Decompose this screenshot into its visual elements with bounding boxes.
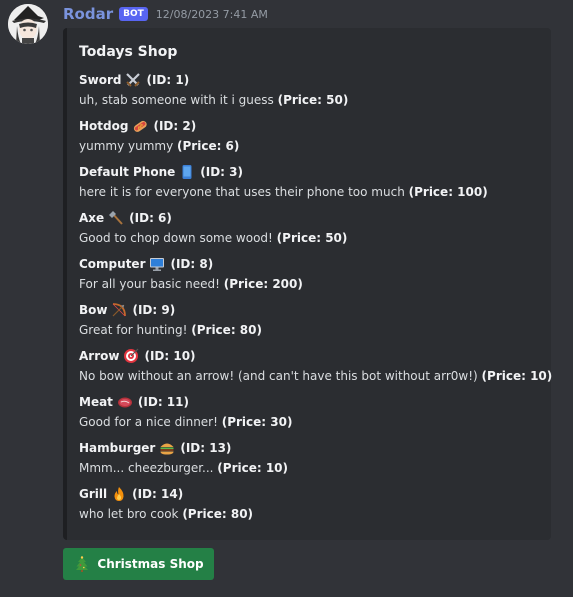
- item-description-text: here it is for everyone that uses their …: [79, 185, 409, 199]
- item-id: (ID: 3): [200, 165, 243, 179]
- shop-item: Hamburger (ID: 13) Mmm... cheezburger...…: [79, 438, 541, 478]
- item-name: Grill: [79, 487, 108, 501]
- embed-title: Todays Shop: [79, 44, 178, 60]
- shop-item: Hotdog (ID: 2) yummy yummy (Price: 6): [79, 116, 541, 156]
- item-name: Sword: [79, 73, 122, 87]
- shop-item-title: Sword (ID: 1): [79, 70, 541, 90]
- item-price: (Price: 80): [191, 323, 262, 337]
- item-id: (ID: 11): [137, 395, 189, 409]
- axe-icon: [107, 209, 125, 227]
- item-description: Mmm... cheezburger... (Price: 10): [79, 458, 541, 478]
- shop-item: Default Phone (ID: 3) here it is for eve…: [79, 162, 541, 202]
- item-name: Computer: [79, 257, 146, 271]
- shop-item-title: Bow (ID: 9): [79, 300, 541, 320]
- mobile-phone-icon: [178, 163, 196, 181]
- shop-item: Axe (ID: 6) Good to chop down some wood!…: [79, 208, 541, 248]
- item-description-text: For all your basic need!: [79, 277, 224, 291]
- shop-item-title: Grill (ID: 14): [79, 484, 541, 504]
- item-description-text: Mmm... cheezburger...: [79, 461, 218, 475]
- item-name: Bow: [79, 303, 108, 317]
- shop-item-title: Computer (ID: 8): [79, 254, 541, 274]
- shop-embed: Todays Shop Sword (ID: 1) uh, stab someo…: [63, 28, 552, 540]
- item-price: (Price: 10): [217, 461, 289, 475]
- shop-item-title: Axe (ID: 6): [79, 208, 541, 228]
- shop-item: Computer (ID: 8) For all your basic need…: [79, 254, 541, 294]
- item-id: (ID: 1): [146, 73, 190, 87]
- item-description-text: Great for hunting!: [79, 323, 192, 337]
- crossed-swords-icon: [124, 71, 142, 89]
- item-price: (Price: 80): [182, 507, 254, 521]
- item-description: Good for a nice dinner! (Price: 30): [79, 412, 541, 432]
- message-timestamp[interactable]: 12/08/2023 7:41 AM: [156, 8, 268, 21]
- item-description-text: yummy yummy: [79, 139, 178, 153]
- fire-icon: [110, 485, 128, 503]
- shop-item: Grill (ID: 14) who let bro cook (Price: …: [79, 484, 541, 524]
- shop-item: Arrow (ID: 10) No bow without an arrow! …: [79, 346, 552, 386]
- item-id: (ID: 2): [153, 119, 197, 133]
- message-header: Rodar BOT 12/08/2023 7:41 AM: [63, 4, 268, 24]
- author-username[interactable]: Rodar: [63, 5, 113, 23]
- shop-item-title: Default Phone (ID: 3): [79, 162, 541, 182]
- item-id: (ID: 13): [180, 441, 232, 455]
- shop-item-title: Hotdog (ID: 2): [79, 116, 541, 136]
- shop-item: Meat (ID: 11) Good for a nice dinner! (P…: [79, 392, 541, 432]
- item-name: Arrow: [79, 349, 120, 363]
- item-price: (Price: 200): [223, 277, 303, 291]
- desktop-computer-icon: [148, 255, 166, 273]
- item-description-text: uh, stab someone with it i guess: [79, 93, 278, 107]
- item-id: (ID: 6): [129, 211, 172, 225]
- item-description-text: who let bro cook: [79, 507, 183, 521]
- item-description: For all your basic need! (Price: 200): [79, 274, 541, 294]
- witch-character-avatar-icon: [8, 4, 48, 44]
- shop-item: Sword (ID: 1) uh, stab someone with it i…: [79, 70, 541, 110]
- item-description: here it is for everyone that uses their …: [79, 182, 541, 202]
- christmas-shop-button[interactable]: Christmas Shop: [63, 548, 214, 580]
- item-price: (Price: 30): [221, 415, 293, 429]
- item-id: (ID: 14): [132, 487, 184, 501]
- item-name: Hotdog: [79, 119, 129, 133]
- steak-icon: [116, 393, 134, 411]
- item-price: (Price: 6): [177, 139, 240, 153]
- item-name: Hamburger: [79, 441, 156, 455]
- item-description-text: No bow without an arrow! (and can't have…: [79, 369, 482, 383]
- item-name: Meat: [79, 395, 113, 409]
- item-description: yummy yummy (Price: 6): [79, 136, 541, 156]
- hotdog-icon: [131, 117, 149, 135]
- item-id: (ID: 10): [144, 349, 196, 363]
- item-description-text: Good to chop down some wood!: [79, 231, 277, 245]
- christmas-tree-icon: [73, 555, 91, 573]
- avatar[interactable]: [8, 4, 48, 44]
- item-name: Axe: [79, 211, 105, 225]
- item-name: Default Phone: [79, 165, 176, 179]
- shop-item-title: Meat (ID: 11): [79, 392, 541, 412]
- christmas-shop-label: Christmas Shop: [97, 557, 204, 571]
- item-id: (ID: 9): [132, 303, 176, 317]
- bot-tag: BOT: [119, 7, 148, 21]
- hamburger-icon: [158, 439, 176, 457]
- shop-item-title: Arrow (ID: 10): [79, 346, 541, 366]
- item-price: (Price: 50): [276, 231, 348, 245]
- shop-item-title: Hamburger (ID: 13): [79, 438, 541, 458]
- item-description: Great for hunting! (Price: 80): [79, 320, 541, 340]
- item-description: who let bro cook (Price: 80): [79, 504, 541, 524]
- item-price: (Price: 100): [408, 185, 488, 199]
- shop-item: Bow (ID: 9) Great for hunting! (Price: 8…: [79, 300, 541, 340]
- item-description-text: Good for a nice dinner!: [79, 415, 222, 429]
- item-id: (ID: 8): [170, 257, 214, 271]
- item-price: (Price: 10): [481, 369, 553, 383]
- item-description: No bow without an arrow! (and can't have…: [79, 366, 552, 386]
- direct-hit-target-icon: [122, 347, 140, 365]
- item-description: uh, stab someone with it i guess (Price:…: [79, 90, 541, 110]
- item-description: Good to chop down some wood! (Price: 50): [79, 228, 541, 248]
- bow-and-arrow-icon: [110, 301, 128, 319]
- item-price: (Price: 50): [277, 93, 349, 107]
